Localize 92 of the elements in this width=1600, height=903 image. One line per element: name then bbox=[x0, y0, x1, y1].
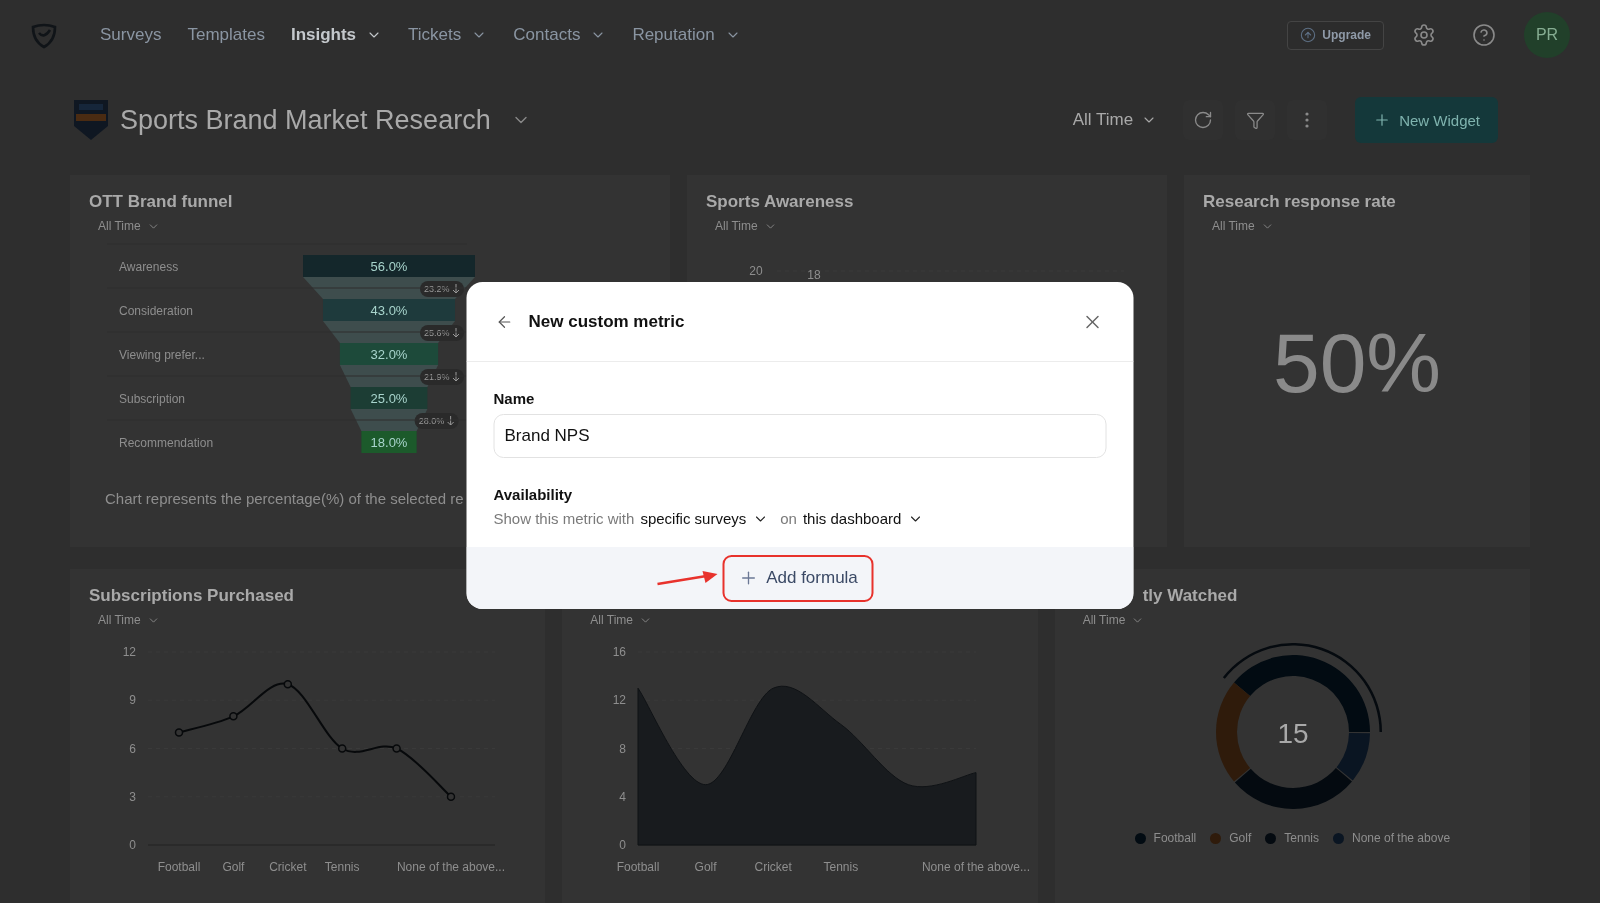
widget-title: Research response rate bbox=[1203, 191, 1396, 213]
legend-label: Football bbox=[1153, 831, 1197, 845]
legend-label: None of the above bbox=[1352, 831, 1451, 845]
more-icon bbox=[1305, 112, 1310, 128]
availability-text: on bbox=[780, 510, 797, 527]
legend-label: Golf bbox=[1229, 831, 1252, 845]
data-point bbox=[174, 728, 184, 737]
nav-item[interactable]: Surveys bbox=[100, 25, 162, 45]
availability-text: Show this metric with bbox=[493, 510, 635, 527]
chart-caption: Chart represents the percentage(%) of the selected re bbox=[105, 490, 464, 507]
time-filter-dropdown[interactable]: All Time bbox=[1082, 613, 1145, 627]
axis-label: 8 bbox=[619, 741, 627, 756]
axis-label: None of the above... bbox=[396, 860, 506, 874]
chart-label: 18 bbox=[807, 268, 821, 281]
arrow-down-icon bbox=[452, 283, 460, 294]
period-dropdown[interactable]: All Time bbox=[1058, 100, 1172, 140]
arrow-down-icon bbox=[452, 371, 460, 382]
axis-label: Golf bbox=[222, 860, 245, 874]
upgrade-button[interactable]: Upgrade bbox=[1287, 20, 1384, 50]
axis-label: 12 bbox=[122, 645, 136, 659]
widget-title: OTT Brand funnel bbox=[89, 191, 233, 213]
axis-label: Golf bbox=[694, 860, 717, 874]
data-point bbox=[229, 712, 238, 721]
legend-label: Tennis bbox=[1284, 831, 1319, 845]
axis-label: None of the above... bbox=[922, 860, 1031, 874]
field-label: Name bbox=[493, 390, 536, 407]
donut-center-value: 15 bbox=[1277, 718, 1309, 749]
axis-label: Football bbox=[617, 860, 660, 874]
axis-label: 0 bbox=[129, 838, 136, 852]
stage-label: Consideration bbox=[119, 304, 194, 318]
widget-title: tly Watched bbox=[1142, 585, 1238, 607]
help-icon bbox=[1472, 23, 1496, 47]
funnel-bar bbox=[361, 431, 417, 453]
axis-label: Cricket bbox=[269, 860, 307, 874]
axis-label: 3 bbox=[129, 789, 136, 804]
time-filter-dropdown[interactable]: All Time bbox=[1212, 219, 1274, 233]
availability-dropdown[interactable]: specific surveys bbox=[640, 510, 775, 527]
drop-label: 25.6% bbox=[424, 328, 450, 338]
drop-label: 23.2% bbox=[424, 284, 450, 294]
axis-label: 9 bbox=[129, 693, 136, 708]
axis-label: 0 bbox=[619, 838, 627, 852]
stage-label: Subscription bbox=[119, 392, 186, 406]
refresh-icon bbox=[1193, 110, 1214, 130]
time-filter-dropdown[interactable]: All Time bbox=[98, 613, 160, 627]
nav-item[interactable]: Reputation bbox=[632, 25, 741, 45]
add-formula-button[interactable]: Add formula bbox=[722, 554, 874, 602]
modal-title: New custom metric bbox=[528, 311, 685, 332]
axis-label: 12 bbox=[612, 693, 627, 708]
pointer-arrow bbox=[656, 570, 719, 586]
axis-label: Cricket bbox=[754, 860, 793, 874]
badge-icon bbox=[72, 98, 110, 142]
nav-item[interactable]: Contacts bbox=[513, 25, 607, 45]
time-filter-dropdown[interactable]: All Time bbox=[715, 219, 777, 233]
arrow-down-icon bbox=[447, 415, 455, 426]
axis-label: 16 bbox=[612, 645, 627, 659]
chart-label: 20 bbox=[749, 264, 763, 278]
time-filter-dropdown[interactable]: All Time bbox=[590, 613, 652, 627]
value-label: 32.0% bbox=[370, 347, 408, 362]
nav-item[interactable]: Tickets bbox=[408, 25, 488, 45]
data-point bbox=[337, 744, 347, 753]
drop-label: 28.0% bbox=[418, 416, 445, 426]
nav-item[interactable]: Insights bbox=[290, 25, 383, 45]
time-filter-dropdown[interactable]: All Time bbox=[98, 219, 160, 233]
settings-icon bbox=[1412, 23, 1436, 47]
arrow-down-icon bbox=[452, 327, 460, 338]
filter-icon bbox=[1245, 110, 1265, 130]
axis-label: 6 bbox=[129, 741, 136, 756]
availability-dropdown[interactable]: this dashboard bbox=[802, 510, 930, 527]
widget-title: Sports Awareness bbox=[706, 191, 854, 213]
axis-label: 4 bbox=[619, 789, 627, 804]
dashboard-title: Sports Brand Market Research bbox=[120, 104, 491, 136]
data-point bbox=[283, 679, 293, 689]
user-avatar[interactable]: PR bbox=[1524, 12, 1570, 58]
arrow-up-icon bbox=[1300, 27, 1317, 43]
widget-title: Subscriptions Purchased bbox=[89, 585, 294, 607]
axis-label: Football bbox=[157, 860, 201, 874]
new-widget-button[interactable]: New Widget bbox=[1355, 97, 1498, 143]
axis-label: Tennis bbox=[823, 860, 859, 874]
stage-label: Awareness bbox=[119, 260, 179, 274]
value-label: 56.0% bbox=[370, 259, 408, 274]
field-label: Availability bbox=[493, 486, 574, 503]
nav-item[interactable]: Templates bbox=[187, 25, 265, 45]
axis-label: Tennis bbox=[324, 860, 360, 874]
metric-value: 50% bbox=[1271, 315, 1443, 412]
name-input-field[interactable]: Brand NPS bbox=[493, 414, 1107, 458]
value-label: 18.0% bbox=[370, 435, 408, 450]
data-point bbox=[446, 792, 456, 801]
value-label: 43.0% bbox=[370, 303, 408, 318]
stage-label: Recommendation bbox=[119, 436, 214, 450]
drop-label: 21.9% bbox=[424, 372, 450, 382]
stage-label: Viewing prefer... bbox=[119, 348, 205, 362]
value-label: 25.0% bbox=[370, 391, 408, 406]
